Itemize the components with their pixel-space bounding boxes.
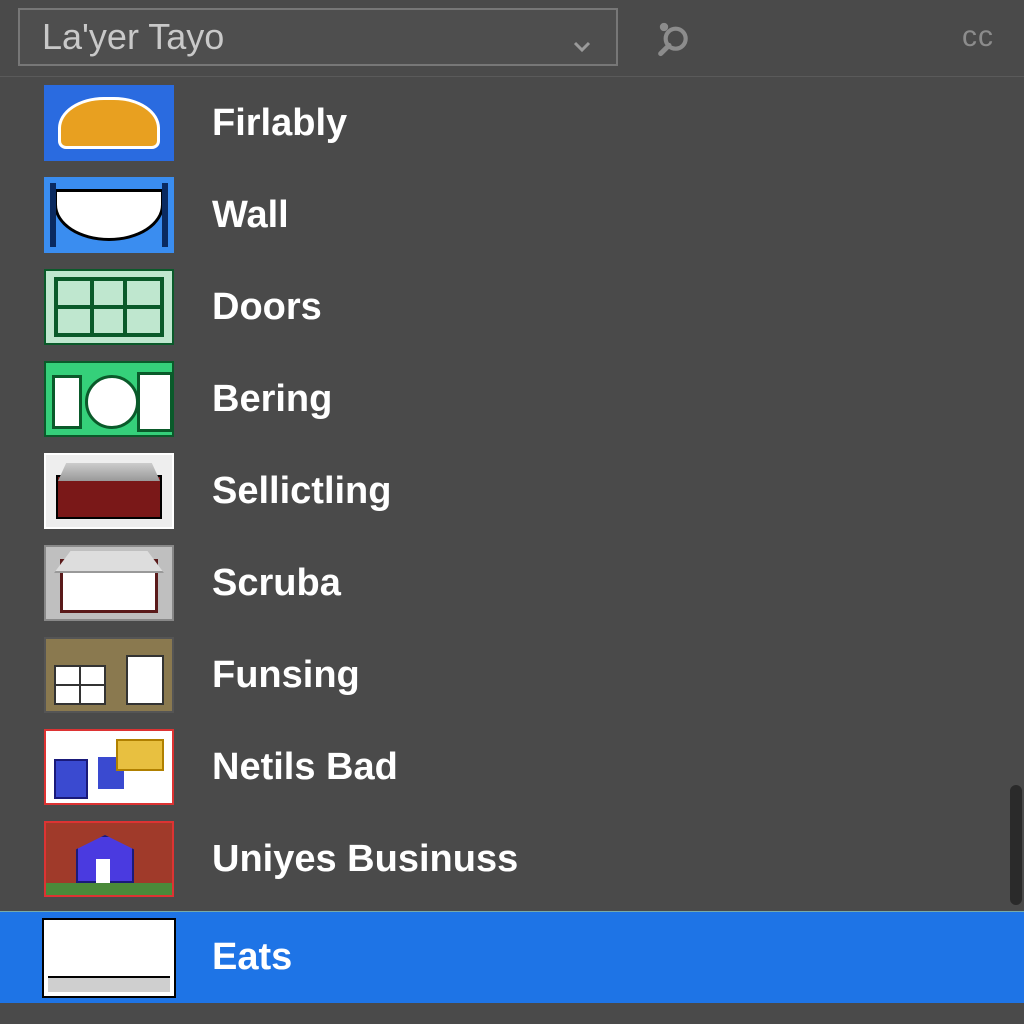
layer-thumbnail	[44, 920, 174, 996]
layer-name: Doors	[212, 286, 322, 329]
layer-thumbnail	[44, 729, 174, 805]
layer-name: Scruba	[212, 562, 341, 605]
panel-header: La'yer Tayo cc	[0, 0, 1024, 77]
scrollbar-thumb[interactable]	[1010, 785, 1022, 905]
layer-row[interactable]: Uniyes Businuss	[0, 813, 1024, 905]
layer-row[interactable]: Wall	[0, 169, 1024, 261]
layer-thumbnail	[44, 269, 174, 345]
layer-row[interactable]: Sellictling	[0, 445, 1024, 537]
layer-thumbnail	[44, 453, 174, 529]
layer-thumbnail	[44, 177, 174, 253]
layer-name: Firlably	[212, 102, 347, 145]
chevron-down-icon	[570, 25, 594, 49]
layer-row[interactable]: Bering	[0, 353, 1024, 445]
layer-filter-label: La'yer Tayo	[42, 16, 224, 58]
layer-name: Wall	[212, 194, 289, 237]
layer-thumbnail	[44, 545, 174, 621]
cc-label: cc	[962, 20, 994, 54]
layer-row[interactable]: Netils Bad	[0, 721, 1024, 813]
layer-row[interactable]: Scruba	[0, 537, 1024, 629]
layer-name: Uniyes Businuss	[212, 838, 518, 881]
layer-thumbnail	[44, 637, 174, 713]
layer-row-selected[interactable]: Eats	[0, 911, 1024, 1003]
layer-name: Sellictling	[212, 470, 391, 513]
layer-filter-dropdown[interactable]: La'yer Tayo	[18, 8, 618, 66]
layer-list: Firlably Wall Doors Bering Sellictling S…	[0, 77, 1024, 1003]
search-icon[interactable]	[646, 9, 702, 65]
layer-row[interactable]: Funsing	[0, 629, 1024, 721]
layer-name: Bering	[212, 378, 332, 421]
layer-thumbnail	[44, 85, 174, 161]
layer-name: Eats	[212, 936, 292, 979]
layer-row[interactable]: Firlably	[0, 77, 1024, 169]
layer-thumbnail	[44, 361, 174, 437]
layer-thumbnail	[44, 821, 174, 897]
layer-name: Netils Bad	[212, 746, 398, 789]
cc-button[interactable]: cc	[950, 9, 1006, 65]
layer-name: Funsing	[212, 654, 360, 697]
layer-row[interactable]: Doors	[0, 261, 1024, 353]
